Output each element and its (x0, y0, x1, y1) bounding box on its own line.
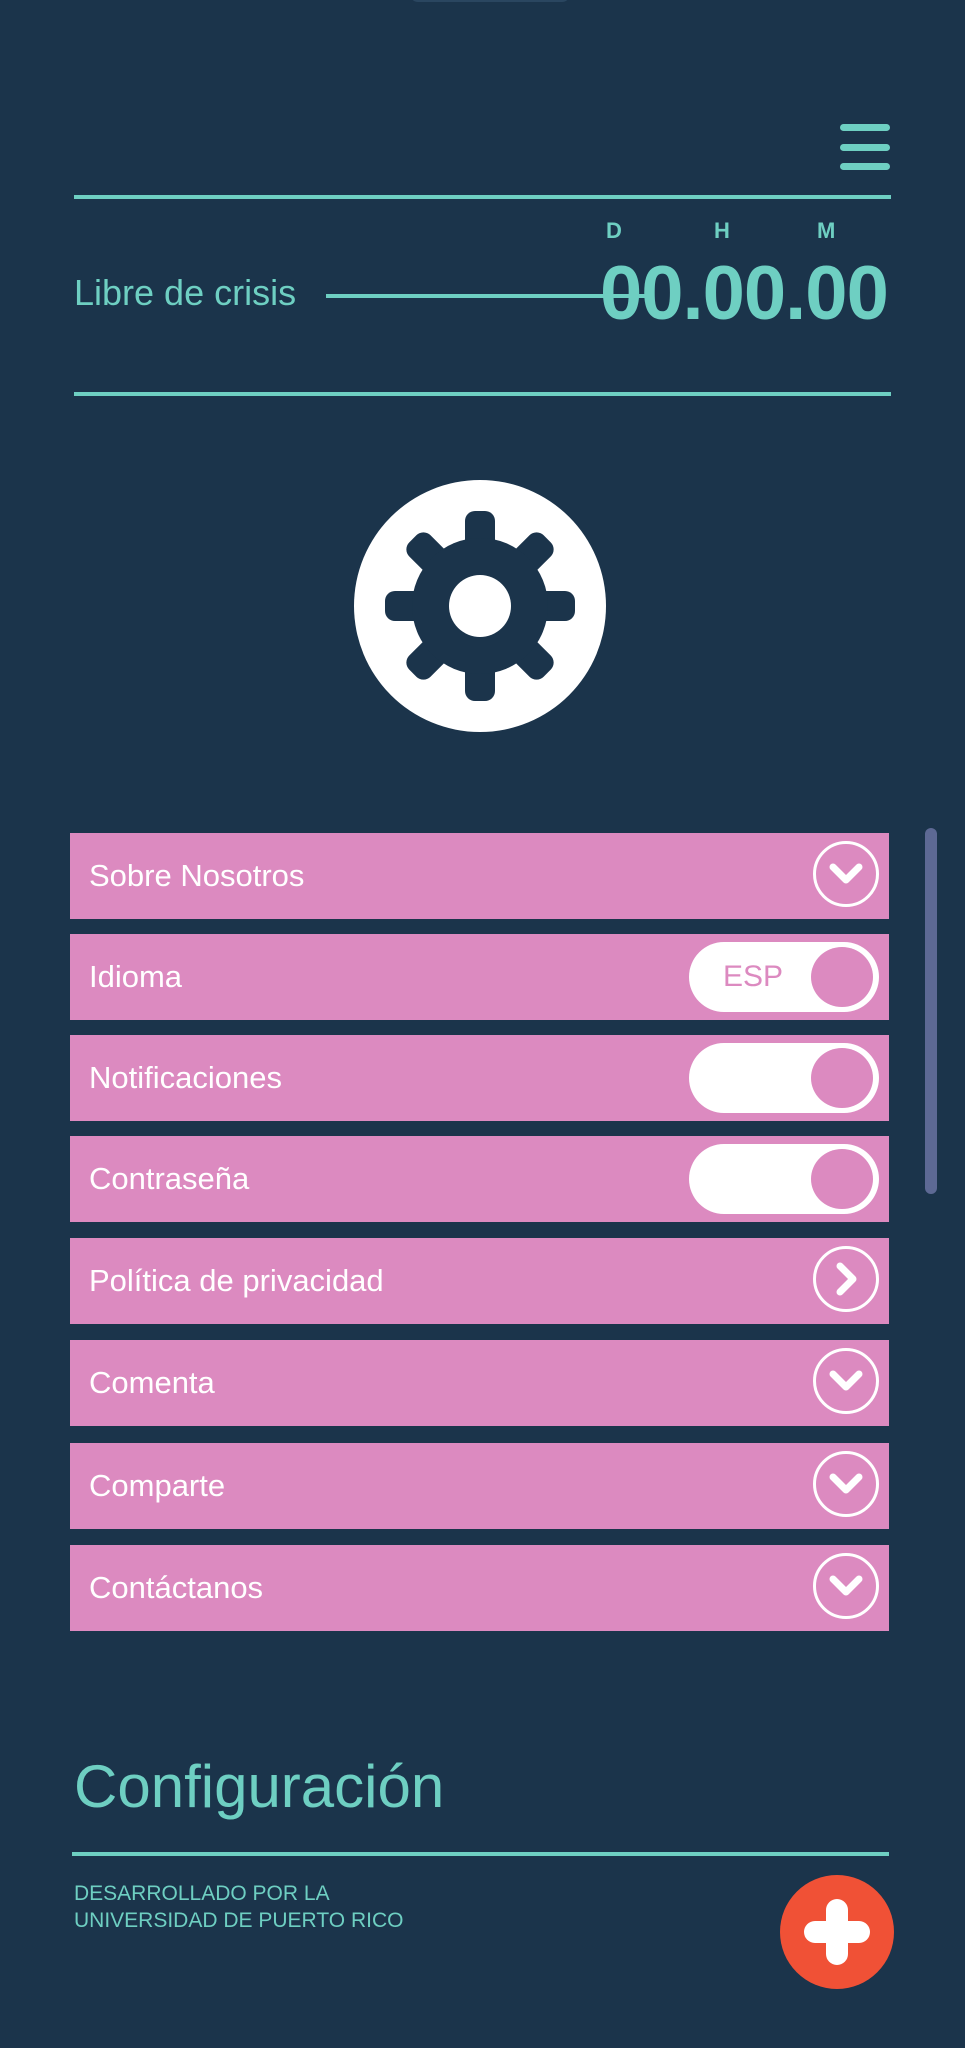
timer-divider (74, 392, 891, 396)
chevron-down-icon[interactable] (813, 1451, 879, 1517)
settings-badge (354, 480, 606, 732)
menu-bar (840, 124, 890, 131)
toggle-knob (811, 947, 873, 1007)
top-divider (74, 195, 891, 199)
menu-bar (840, 143, 890, 151)
developer-credit-line2: UNIVERSIDAD DE PUERTO RICO (74, 1909, 404, 1932)
device-notch (410, 0, 570, 2)
menu-item-label: Idioma (89, 959, 183, 994)
chevron-down-icon[interactable] (813, 841, 879, 907)
toggle-knob (811, 1048, 873, 1108)
language-toggle[interactable]: ESP (689, 942, 879, 1012)
plus-icon (826, 1899, 848, 1965)
menu-item-label: Comenta (89, 1365, 215, 1400)
language-toggle-text: ESP (723, 960, 784, 993)
timer-value: 00.00.00 (600, 251, 889, 336)
menu-item-label: Contraseña (89, 1161, 250, 1196)
menu-bar (840, 163, 890, 170)
menu-item-label: Contáctanos (89, 1570, 264, 1605)
scrollbar[interactable] (925, 828, 937, 1194)
menu-item-label: Comparte (89, 1468, 226, 1503)
menu-item-label: Sobre Nosotros (89, 858, 305, 893)
menu-item-label: Política de privacidad (89, 1263, 384, 1298)
crisis-timer: Libre de crisis D H M 00.00.00 (74, 218, 900, 340)
developer-credit-line1: DESARROLLADO POR LA (74, 1882, 330, 1905)
menu-item-comparte[interactable]: Comparte (70, 1443, 889, 1529)
menu-item-sobre-nosotros[interactable]: Sobre Nosotros (70, 833, 889, 919)
hamburger-menu-icon[interactable] (840, 124, 890, 170)
add-button[interactable] (780, 1875, 894, 1989)
menu-item-contactanos[interactable]: Contáctanos (70, 1545, 889, 1631)
notifications-toggle[interactable] (689, 1043, 879, 1113)
menu-item-idioma[interactable]: Idioma ESP (70, 934, 889, 1020)
developer-credit: DESARROLLADO POR LA UNIVERSIDAD DE PUERT… (74, 1880, 403, 1934)
page-title: Configuración (74, 1753, 445, 1820)
menu-item-notificaciones[interactable]: Notificaciones (70, 1035, 889, 1121)
gear-icon (385, 511, 575, 701)
chevron-down-icon[interactable] (813, 1348, 879, 1414)
menu-item-politica-privacidad[interactable]: Política de privacidad (70, 1238, 889, 1324)
footer-divider (72, 1852, 889, 1856)
timer-unit-minutes: M (817, 218, 836, 243)
menu-item-contrasena[interactable]: Contraseña (70, 1136, 889, 1222)
menu-item-label: Notificaciones (89, 1060, 282, 1095)
password-toggle[interactable] (689, 1144, 879, 1214)
toggle-knob (811, 1149, 873, 1209)
menu-item-comenta[interactable]: Comenta (70, 1340, 889, 1426)
timer-unit-days: D (606, 218, 622, 243)
chevron-down-icon[interactable] (813, 1553, 879, 1619)
status-label: Libre de crisis (74, 272, 297, 313)
chevron-right-icon[interactable] (813, 1246, 879, 1312)
timer-unit-hours: H (714, 218, 730, 243)
